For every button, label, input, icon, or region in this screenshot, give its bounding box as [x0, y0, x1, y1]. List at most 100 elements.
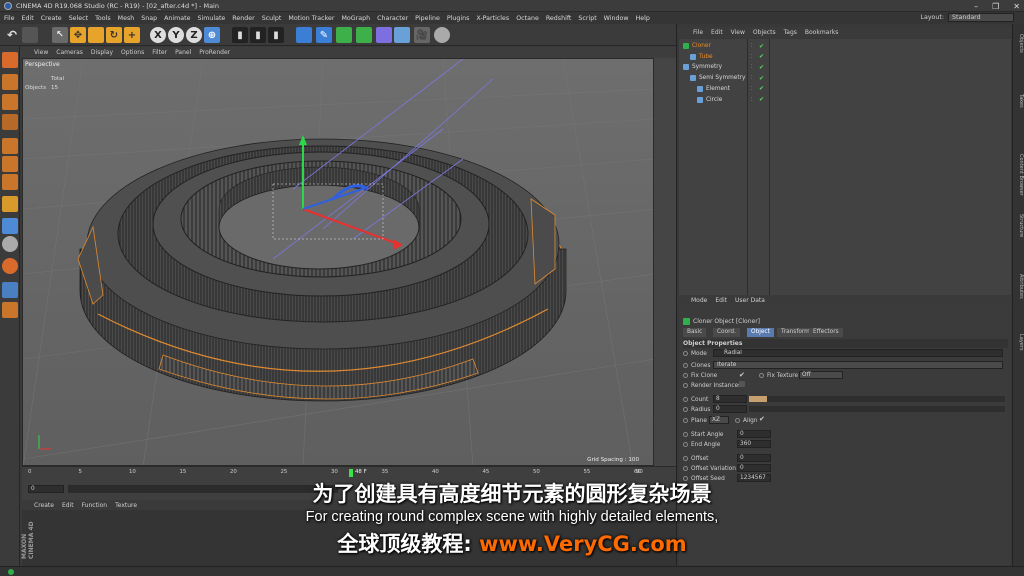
side-tab-content-browser[interactable]: Content Browser — [1014, 154, 1024, 196]
menu-item-render[interactable]: Render — [232, 15, 254, 22]
viewport-menu-view[interactable]: View — [34, 49, 48, 56]
menu-item-simulate[interactable]: Simulate — [197, 15, 225, 22]
object-row[interactable]: Semi Symmetry ⁚ ✔ — [679, 73, 1011, 83]
x-axis-lock-icon[interactable]: X — [150, 27, 166, 43]
workplane-icon[interactable] — [2, 114, 18, 130]
redo-icon[interactable] — [22, 27, 38, 43]
enable-check-icon[interactable]: ✔ — [759, 43, 764, 50]
close-button[interactable]: ✕ — [1013, 2, 1020, 11]
count-slider[interactable] — [749, 396, 1005, 402]
menu-item-script[interactable]: Script — [578, 15, 596, 22]
edges-mode-icon[interactable] — [2, 156, 18, 172]
workplane-lock-icon[interactable] — [2, 282, 18, 298]
floor-icon[interactable] — [394, 27, 410, 43]
layout-selector[interactable]: Layout: Standard — [920, 13, 1014, 22]
menu-item-character[interactable]: Character — [377, 15, 408, 22]
subdivision-icon[interactable] — [336, 27, 352, 43]
viewport-menu-options[interactable]: Options — [121, 49, 144, 56]
menu-item-mograph[interactable]: MoGraph — [341, 15, 370, 22]
start-angle-field[interactable]: 0 — [737, 430, 771, 438]
object-row[interactable]: Circle ⁚ ✔ — [679, 95, 1011, 105]
plane-dropdown[interactable]: XZ — [709, 416, 729, 424]
cube-object-icon[interactable] — [296, 27, 312, 43]
layout-dropdown[interactable]: Standard — [948, 13, 1014, 22]
visibility-dots[interactable]: ⁚ — [751, 86, 753, 92]
enable-check-icon[interactable]: ✔ — [759, 53, 764, 60]
offset-field[interactable]: 0 — [737, 454, 771, 462]
enable-check-icon[interactable]: ✔ — [759, 85, 764, 92]
side-tab-objects[interactable]: Objects — [1014, 34, 1024, 53]
move-tool-icon[interactable]: ✥ — [70, 27, 86, 43]
attribute-menu-user-data[interactable]: User Data — [735, 297, 765, 304]
minimize-button[interactable]: – — [974, 2, 978, 11]
side-tab-attributes[interactable]: Attributes — [1014, 274, 1024, 299]
menu-item-select[interactable]: Select — [69, 15, 88, 22]
object-row[interactable]: Tube ⁚ ✔ — [679, 52, 1011, 62]
side-tab-layers[interactable]: Layers — [1014, 334, 1024, 351]
coordinate-system-icon[interactable]: ⊕ — [204, 27, 220, 43]
attribute-menu-mode[interactable]: Mode — [691, 297, 707, 304]
make-editable-icon[interactable] — [2, 52, 18, 68]
menu-item-redshift[interactable]: Redshift — [546, 15, 572, 22]
fix-texture-dropdown[interactable]: Off — [799, 371, 843, 379]
camera-icon[interactable]: 🎥 — [414, 27, 430, 43]
light-icon[interactable] — [434, 27, 450, 43]
visibility-dots[interactable]: ⁚ — [751, 54, 753, 60]
object-menu-file[interactable]: File — [693, 29, 703, 36]
object-menu-edit[interactable]: Edit — [711, 29, 723, 36]
tweak-mode-icon[interactable] — [2, 218, 18, 234]
radius-slider[interactable] — [749, 406, 1005, 412]
points-mode-icon[interactable] — [2, 138, 18, 154]
visibility-dots[interactable]: ⁚ — [751, 43, 753, 49]
tab-object[interactable]: Object — [747, 328, 774, 337]
rotate-tool-icon[interactable]: ↻ — [106, 27, 122, 43]
fix-clone-checkbox[interactable]: ✔ — [739, 371, 745, 379]
enable-check-icon[interactable]: ✔ — [759, 64, 764, 71]
end-angle-field[interactable]: 360 — [737, 440, 771, 448]
viewport-menu-display[interactable]: Display — [91, 49, 113, 56]
object-menu-bookmarks[interactable]: Bookmarks — [805, 29, 839, 36]
menu-item-mesh[interactable]: Mesh — [118, 15, 135, 22]
tab-coord[interactable]: Coord. — [713, 328, 740, 337]
clones-dropdown[interactable]: Iterate — [713, 361, 1003, 369]
viewport-nav-strip[interactable] — [654, 58, 676, 466]
current-frame-marker[interactable] — [349, 469, 353, 477]
count-field[interactable]: 8 — [713, 395, 747, 403]
menu-item-edit[interactable]: Edit — [22, 15, 34, 22]
render-view-icon[interactable]: ▮ — [232, 27, 248, 43]
object-row[interactable]: Symmetry ⁚ ✔ — [679, 62, 1011, 72]
viewport-menu-prorender[interactable]: ProRender — [199, 49, 230, 56]
polygons-mode-icon[interactable] — [2, 174, 18, 190]
viewport-menu-filter[interactable]: Filter — [152, 49, 167, 56]
render-picture-viewer-icon[interactable]: ▮ — [250, 27, 266, 43]
render-instances-checkbox[interactable] — [739, 381, 745, 387]
menu-item-window[interactable]: Window — [604, 15, 629, 22]
object-row[interactable]: Element ⁚ ✔ — [679, 84, 1011, 94]
deformer-icon[interactable] — [376, 27, 392, 43]
side-tab-structure[interactable]: Structure — [1014, 214, 1024, 237]
object-row[interactable]: Cloner ⁚ ✔ — [679, 41, 1011, 51]
pen-spline-icon[interactable]: ✎ — [316, 27, 332, 43]
maximize-button[interactable]: ❐ — [992, 2, 999, 11]
selection-tool-icon[interactable]: ↖ — [52, 27, 68, 43]
offset-variation-field[interactable]: 0 — [737, 464, 771, 472]
object-manager-list[interactable]: Cloner ⁚ ✔ Tube ⁚ ✔ Symmetry ⁚ ✔ Semi Symmetry ⁚ ✔ E… — [679, 39, 1011, 309]
z-axis-lock-icon[interactable]: Z — [186, 27, 202, 43]
side-tab-takes[interactable]: Takes — [1014, 94, 1024, 108]
menu-item-snap[interactable]: Snap — [141, 15, 157, 22]
attribute-menu-edit[interactable]: Edit — [715, 297, 727, 304]
menu-item-pipeline[interactable]: Pipeline — [415, 15, 440, 22]
viewport-menu-panel[interactable]: Panel — [175, 49, 191, 56]
radius-field[interactable]: 0 — [713, 405, 747, 413]
enable-check-icon[interactable]: ✔ — [759, 96, 764, 103]
enable-check-icon[interactable]: ✔ — [759, 75, 764, 82]
y-axis-lock-icon[interactable]: Y — [168, 27, 184, 43]
scale-tool-icon[interactable] — [88, 27, 104, 43]
menu-item-motion-tracker[interactable]: Motion Tracker — [288, 15, 334, 22]
visibility-dots[interactable]: ⁚ — [751, 64, 753, 70]
visibility-dots[interactable]: ⁚ — [751, 75, 753, 81]
snap-icon[interactable] — [2, 236, 18, 252]
mode-dropdown[interactable]: Radial — [713, 349, 1003, 357]
menu-item-octane[interactable]: Octane — [516, 15, 539, 22]
visibility-dots[interactable]: ⁚ — [751, 97, 753, 103]
